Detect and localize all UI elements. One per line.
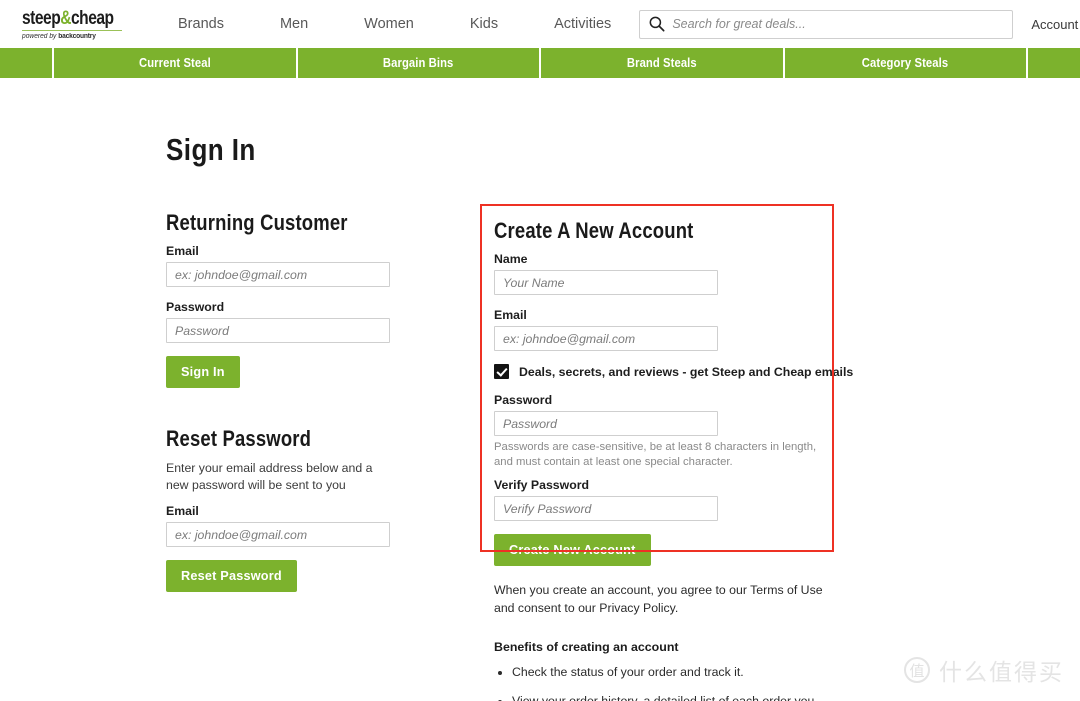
watermark-text: 什么值得买 <box>939 660 1064 686</box>
logo-text-cheap: cheap <box>71 7 114 29</box>
subnav-item-category-steals[interactable]: Category Steals <box>785 48 1028 78</box>
search-icon <box>648 15 666 33</box>
create-account-heading: Create A New Account <box>494 218 694 243</box>
nav-item-activities[interactable]: Activities <box>526 10 639 38</box>
logo-tagline: powered by backcountry <box>22 33 96 40</box>
subnav-label-bargain-bins: Bargain Bins <box>383 56 454 70</box>
logo-wordmark: steep&cheap <box>22 9 114 28</box>
account-menu[interactable]: Account <box>1031 17 1080 32</box>
logo-divider <box>22 29 122 31</box>
nav-item-women[interactable]: Women <box>336 10 442 38</box>
logo-tagline-brand: backcountry <box>58 32 96 40</box>
sign-in-button[interactable]: Sign In <box>166 356 240 388</box>
logo-tagline-prefix: powered by <box>22 32 57 40</box>
signin-email-input[interactable] <box>166 262 390 287</box>
subnav-item-brand-steals[interactable]: Brand Steals <box>541 48 785 78</box>
subnav-item-bargain-bins[interactable]: Bargain Bins <box>298 48 541 78</box>
create-name-input[interactable] <box>494 270 718 295</box>
benefit-item: Check the status of your order and track… <box>512 664 829 682</box>
site-logo[interactable]: steep&cheap powered by backcountry <box>22 9 122 40</box>
search-container <box>639 9 1014 39</box>
reset-password-description: Enter your email address below and a new… <box>166 461 373 492</box>
create-verify-password-input[interactable] <box>494 496 718 522</box>
create-password-input[interactable] <box>494 411 718 436</box>
subnav-right-spacer <box>1026 48 1080 78</box>
account-label: Account <box>1031 16 1079 32</box>
benefit-item: View your order history, a detailed list… <box>512 693 829 701</box>
watermark: 值 什么值得买 <box>904 653 1064 687</box>
subnav-label-brand-steals: Brand Steals <box>626 56 697 70</box>
email-optin-row[interactable]: Deals, secrets, and reviews - get Steep … <box>494 364 853 379</box>
logo-text-steep: steep <box>22 7 61 29</box>
email-optin-label: Deals, secrets, and reviews - get Steep … <box>519 364 854 379</box>
site-header: steep&cheap powered by backcountry Brand… <box>0 0 1080 48</box>
reset-password-button[interactable]: Reset Password <box>166 560 297 593</box>
subnav-label-current-steal: Current Steal <box>138 56 211 70</box>
sign-in-column: Returning Customer Email Password Sign I… <box>166 210 390 593</box>
reset-email-input[interactable] <box>166 522 390 548</box>
benefits-list: Check the status of your order and track… <box>494 664 829 701</box>
subnav-label-category-steals: Category Steals <box>862 56 949 70</box>
create-verify-password-label: Verify Password <box>494 478 590 493</box>
search-input[interactable] <box>672 11 1013 37</box>
create-email-input[interactable] <box>494 326 718 351</box>
create-new-account-button[interactable]: Create New Account <box>494 534 651 567</box>
nav-item-kids[interactable]: Kids <box>442 10 526 38</box>
signin-password-input[interactable] <box>166 318 390 343</box>
primary-nav: Brands Men Women Kids Activities <box>150 10 639 38</box>
create-name-label: Name <box>494 252 528 266</box>
returning-customer-heading: Returning Customer <box>166 210 348 235</box>
subnav-item-current-steal[interactable]: Current Steal <box>54 48 298 78</box>
subnav-left-spacer <box>0 48 54 78</box>
reset-email-label: Email <box>166 504 199 519</box>
create-email-label: Email <box>494 308 527 322</box>
email-optin-checkbox[interactable] <box>494 364 509 379</box>
create-password-label: Password <box>494 393 553 407</box>
page-title: Sign In <box>166 132 256 167</box>
nav-item-men[interactable]: Men <box>252 10 336 38</box>
nav-item-brands[interactable]: Brands <box>150 10 252 38</box>
reset-password-heading: Reset Password <box>166 426 312 451</box>
logo-ampersand: & <box>60 7 72 29</box>
terms-consent-text: When you create an account, you agree to… <box>494 583 823 616</box>
search-box[interactable] <box>639 9 1014 39</box>
watermark-logo-icon: 值 <box>904 657 930 683</box>
page-root: steep&cheap powered by backcountry Brand… <box>0 0 1080 701</box>
deals-subnav: Current Steal Bargain Bins Brand Steals … <box>0 48 1080 78</box>
benefits-heading: Benefits of creating an account <box>494 640 679 654</box>
password-requirements-hint: Passwords are case-sensitive, be at leas… <box>494 441 817 468</box>
signin-password-label: Password <box>166 300 225 314</box>
signin-email-label: Email <box>166 244 199 258</box>
